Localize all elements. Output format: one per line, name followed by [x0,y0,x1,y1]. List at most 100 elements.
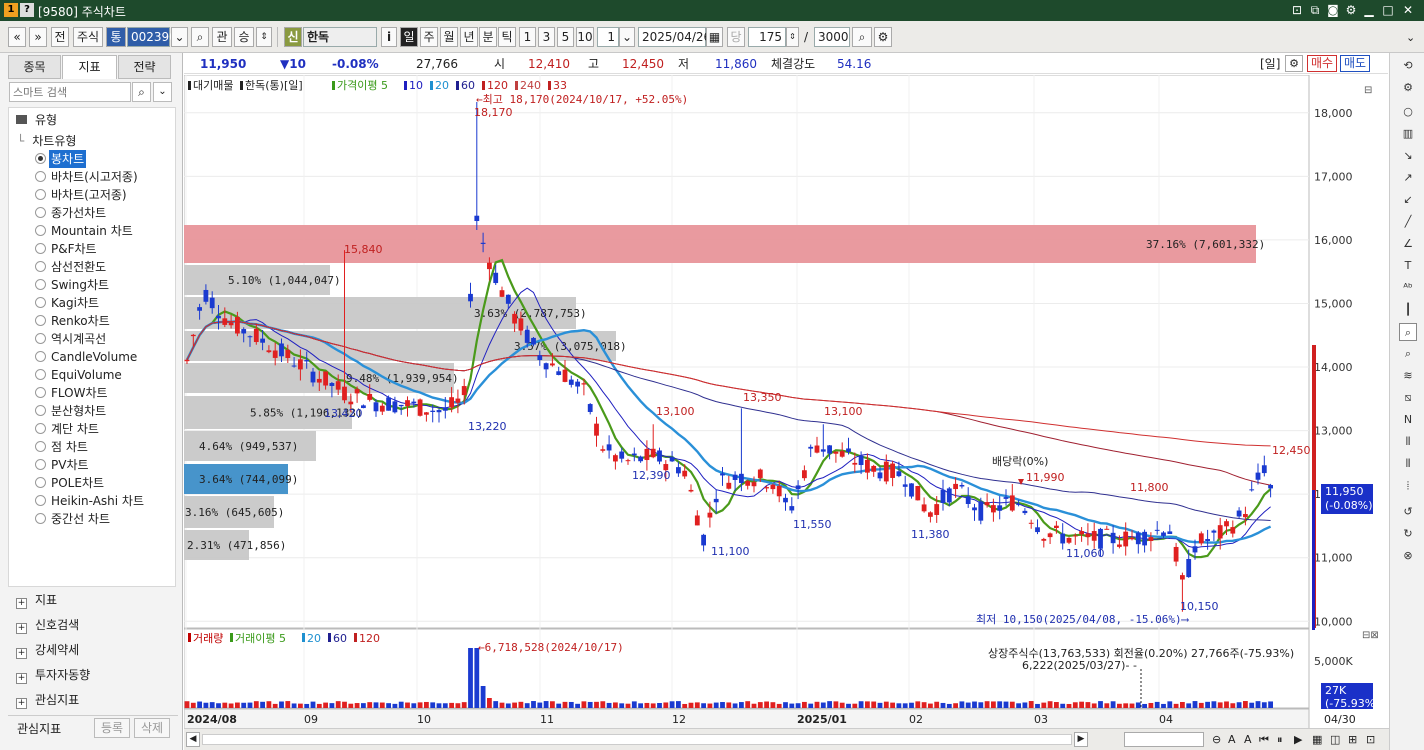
redo-icon[interactable]: ↻ [1399,525,1417,543]
crosshair-toggle-icon[interactable]: ⊞ [1348,733,1357,746]
buy-button[interactable]: 매수 [1307,55,1337,72]
undo-icon[interactable]: ↺ [1399,503,1417,521]
zoom-out-icon[interactable]: ⊖ [1212,733,1221,746]
chart-type-item[interactable]: EquiVolume [51,366,122,384]
register-button[interactable]: 등록 [94,718,130,738]
period-year-button[interactable]: 년 [460,27,478,47]
split-view-icon[interactable]: ◫ [1330,733,1340,746]
camera-icon[interactable]: ◙ [1324,2,1342,18]
bar-analysis-icon[interactable]: ▥ [1399,125,1417,143]
chart-type-item[interactable]: Heikin-Ashi 차트 [51,492,144,510]
indicator-group[interactable]: + 신호검색 [16,614,79,636]
calendar-icon[interactable]: ▦ [706,27,723,47]
quote-settings-icon[interactable]: ⚙ [1285,55,1303,72]
count-spinner-icon[interactable]: ⇕ [786,27,799,47]
trend-line-icon[interactable]: ↗ [1399,169,1417,187]
period-minute-button[interactable]: 분 [479,27,497,47]
zoom-tool-icon[interactable]: ⌕ [1399,323,1417,341]
period-tick-button[interactable]: 틱 [498,27,516,47]
link-icon[interactable]: ⧉ [1306,2,1324,18]
max-count-input[interactable]: 3000 [814,27,850,47]
chart-type-radio[interactable] [35,405,46,416]
chart-type-radio[interactable] [35,261,46,272]
refresh-icon[interactable]: ⟲ [1399,57,1417,75]
chart-type-radio[interactable] [35,369,46,380]
chart-type-item[interactable]: 삼선전환도 [51,258,106,276]
chart-settings-icon[interactable]: ⚙ [1399,79,1417,97]
date-input[interactable]: 2025/04/26 [638,27,711,47]
scroll-track[interactable] [202,734,1072,745]
scroll-right-icon[interactable]: ▶ [1074,732,1088,747]
chart-type-item[interactable]: Swing차트 [51,276,109,294]
expand-icon[interactable]: + [16,598,27,609]
chart-type-item[interactable]: POLE차트 [51,474,104,492]
chart-type-radio[interactable] [35,297,46,308]
scroll-left-icon[interactable]: ◀ [186,732,200,747]
scroll-thumb[interactable] [1124,732,1204,747]
indicator-group[interactable]: + 지표 [16,589,57,611]
spinner-icon[interactable]: ⇕ [256,27,272,47]
chart-type-radio[interactable] [35,333,46,344]
chart-type-radio[interactable] [35,459,46,470]
chart-type-radio[interactable] [35,225,46,236]
prev-stock-button[interactable]: « [8,27,26,47]
code-dropdown-icon[interactable]: ⌄ [171,27,188,47]
expand-icon[interactable]: + [16,623,27,634]
chart-type-radio[interactable] [35,387,46,398]
abc-icon[interactable]: ᴬᵇ [1399,279,1417,297]
gwan-button[interactable]: 관 [212,27,232,47]
chart-type-item[interactable]: 분산형차트 [51,402,106,420]
play-button[interactable]: ▶ [1294,733,1302,746]
indicator-group[interactable]: + 관심지표 [16,689,79,711]
window-badge-help[interactable]: ? [20,3,34,17]
tree-subfolder[interactable]: └ 차트유형 [17,132,76,149]
search-options-icon[interactable]: ⌄ [153,82,172,102]
settings-icon[interactable]: ⚙ [1342,2,1360,18]
chart-type-item[interactable]: Renko차트 [51,312,110,330]
stock-code-input[interactable]: 002390 [127,27,177,47]
delete-button[interactable]: 삭제 [134,718,170,738]
tree-root[interactable]: 유형 [16,111,57,128]
font-larger-button[interactable]: A [1244,733,1252,746]
chart-type-radio[interactable] [35,495,46,506]
interval-5-button[interactable]: 5 [557,27,574,47]
chart-save-icon[interactable]: ⊡ [1366,733,1375,746]
info-button[interactable]: i [381,27,397,47]
chart-type-radio[interactable] [35,513,46,524]
sin-badge[interactable]: 신 [284,27,302,47]
period-month-button[interactable]: 월 [440,27,458,47]
table-view-icon[interactable]: ▦ [1312,733,1322,746]
font-smaller-button[interactable]: A [1228,733,1236,746]
tab-stocks[interactable]: 종목 [8,55,61,79]
sung-button[interactable]: 승 [234,27,254,47]
stock-chart[interactable]: 37.16% (7,601,332)5.10% (1,044,047)3.63%… [184,75,1388,730]
grid-lines-icon[interactable]: ⫴ [1399,455,1417,473]
chart-type-item[interactable]: Mountain 차트 [51,222,133,240]
toolbar-expand-icon[interactable]: ⌄ [1406,31,1415,44]
chart-type-item[interactable]: 바차트(고저종) [51,186,127,204]
chart-type-item[interactable]: 계단 차트 [51,420,99,438]
chart-type-radio[interactable] [35,189,46,200]
indicator-group[interactable]: + 강세약세 [16,639,79,661]
chart-type-item[interactable]: CandleVolume [51,348,137,366]
all-button[interactable]: 전 [51,27,69,47]
market-selector[interactable]: 주식 [73,27,103,47]
zoom-search-icon[interactable]: ⌕ [852,27,872,47]
sell-button[interactable]: 매도 [1340,55,1370,72]
interval-input[interactable]: 1 [597,27,619,47]
chart-type-radio[interactable] [35,207,46,218]
smart-search-input[interactable] [9,82,131,102]
first-button[interactable]: ⏮ [1259,733,1269,747]
chart-type-radio[interactable] [35,171,46,182]
next-stock-button[interactable]: » [29,27,47,47]
chart-type-radio[interactable] [35,315,46,326]
chart-type-item[interactable]: Kagi차트 [51,294,99,312]
chart-type-item[interactable]: 점 차트 [51,438,88,456]
chart-type-radio[interactable] [35,477,46,488]
expand-icon[interactable]: + [16,673,27,684]
interval-dropdown-icon[interactable]: ⌄ [619,27,635,47]
ray-line-icon[interactable]: ↙ [1399,191,1417,209]
toolbar-settings-icon[interactable]: ⚙ [874,27,892,47]
line-tool-icon[interactable]: ╱ [1399,213,1417,231]
chart-type-radio[interactable] [35,243,46,254]
